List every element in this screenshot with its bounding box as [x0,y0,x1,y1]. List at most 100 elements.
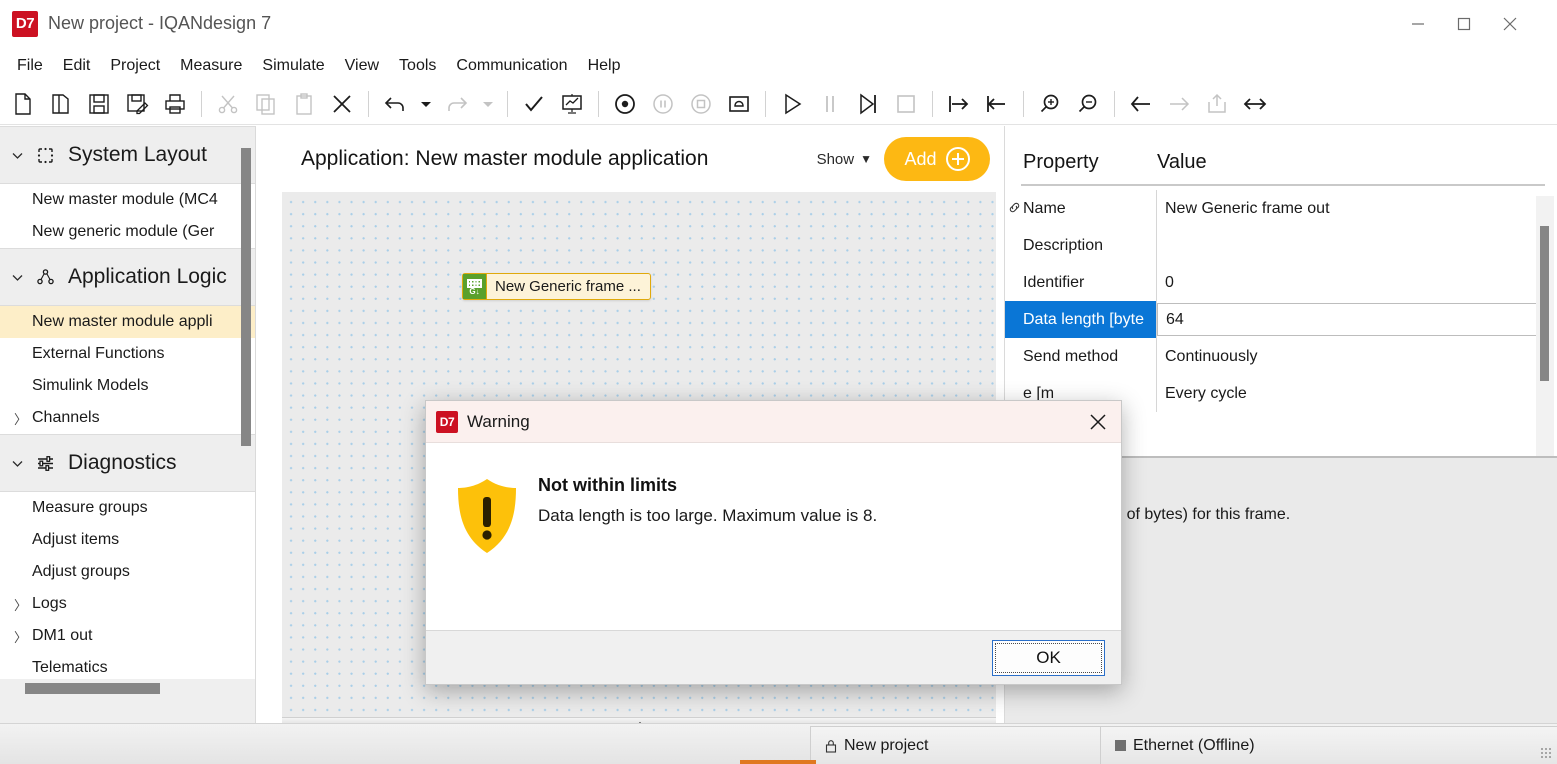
table-row[interactable]: Identifier 0 [1005,264,1557,301]
canvas-node-generic-frame[interactable]: G↓ New Generic frame ... [462,273,651,300]
toolbar-separator [507,91,508,117]
sidebar-group-system-layout[interactable]: System Layout [0,126,255,184]
stop-square-icon[interactable] [887,85,925,123]
sidebar-group-application-logic[interactable]: Application Logic [0,248,255,306]
property-value-cell[interactable]: New Generic frame out [1157,200,1557,218]
sidebar-item-channels[interactable]: 〉 Channels [0,402,255,434]
copy-icon[interactable] [247,85,285,123]
stop-circle-icon[interactable] [682,85,720,123]
menu-tools[interactable]: Tools [390,53,445,79]
sidebar-item-logs[interactable]: 〉 Logs [0,588,255,620]
redo-arrow-icon[interactable] [438,85,476,123]
chart-board-icon[interactable] [553,85,591,123]
menu-communication[interactable]: Communication [447,53,576,79]
property-name-cell[interactable]: Send method [1005,338,1157,375]
pause-bars-icon[interactable] [811,85,849,123]
chevron-right-icon[interactable]: 〉 [14,627,27,646]
property-name-cell-selected[interactable]: Data length [byte [1005,301,1157,338]
table-row-data-length[interactable]: Data length [byte 64 [1005,301,1557,338]
paste-icon[interactable] [285,85,323,123]
window-controls [1395,0,1557,47]
frame-letter-glyph: G↓ [469,286,480,296]
sidebar-item-adjust-items[interactable]: Adjust items [0,524,255,556]
sidebar-item-label: Logs [32,595,67,612]
scissors-icon[interactable] [209,85,247,123]
sidebar-item-new-master-module-application[interactable]: New master module appli [0,306,255,338]
upload-box-icon[interactable] [1198,85,1236,123]
log-screen-icon[interactable] [720,85,758,123]
play-triangle-icon[interactable] [773,85,811,123]
sidebar-item-dm1-out[interactable]: 〉 DM1 out [0,620,255,652]
menu-help[interactable]: Help [579,53,630,79]
menu-measure[interactable]: Measure [171,53,251,79]
sidebar-item-external-functions[interactable]: External Functions [0,338,255,370]
arrow-left-icon[interactable] [1122,85,1160,123]
close-x-icon[interactable] [323,85,361,123]
menu-file[interactable]: File [8,53,52,79]
pause-circle-icon[interactable] [644,85,682,123]
dialog-texts: Not within limits Data length is too lar… [538,473,877,630]
property-name-cell[interactable]: Identifier [1005,264,1157,301]
table-row[interactable]: Name New Generic frame out [1005,190,1557,227]
toolbar-separator [201,91,202,117]
property-name-cell[interactable]: Name [1005,190,1157,227]
caret-down-icon[interactable] [476,85,500,123]
menu-project[interactable]: Project [101,53,169,79]
caret-down-icon[interactable] [414,85,438,123]
maximize-button[interactable] [1441,0,1487,47]
property-value-cell[interactable]: 0 [1157,274,1557,292]
sidebar-horizontal-scrollbar[interactable] [0,679,255,697]
arrow-right-icon[interactable] [1160,85,1198,123]
chevron-right-icon[interactable]: 〉 [14,595,27,614]
new-file-icon[interactable] [4,85,42,123]
minimize-button[interactable] [1395,0,1441,47]
save-as-icon[interactable] [118,85,156,123]
property-vscroll-thumb[interactable] [1540,226,1549,381]
dialog-close-button[interactable] [1075,401,1121,443]
sidebar-item-new-generic-module[interactable]: New generic module (Ger [0,216,255,248]
menu-edit[interactable]: Edit [54,53,100,79]
magnifier-plus-icon[interactable] [1031,85,1069,123]
printer-icon[interactable] [156,85,194,123]
application-window: D7 New project - IQANdesign 7 File Edit … [0,0,1557,764]
system-layout-icon [30,146,60,165]
menu-simulate[interactable]: Simulate [253,53,333,79]
ok-button[interactable]: OK [992,639,1105,676]
sidebar-group-diagnostics[interactable]: Diagnostics [0,434,255,492]
resize-grip[interactable] [1540,747,1552,759]
sidebar-vertical-scrollbar-thumb[interactable] [241,148,251,446]
record-dot-icon[interactable] [606,85,644,123]
undo-arrow-icon[interactable] [376,85,414,123]
application-logic-icon [30,268,60,287]
step-forward-icon[interactable] [849,85,887,123]
toolbar-separator [598,91,599,117]
close-button[interactable] [1487,0,1533,47]
arrow-out-icon[interactable] [978,85,1016,123]
sidebar-hscroll-thumb[interactable] [25,683,160,694]
sidebar-item-measure-groups[interactable]: Measure groups [0,492,255,524]
data-length-input[interactable]: 64 [1157,303,1539,336]
menu-view[interactable]: View [336,53,388,79]
sidebar-item-simulink-models[interactable]: Simulink Models [0,370,255,402]
save-disk-icon[interactable] [80,85,118,123]
chevron-down-icon[interactable] [4,149,30,162]
sidebar-group-label: Diagnostics [68,451,177,474]
sidebar-item-new-master-module[interactable]: New master module (MC4 [0,184,255,216]
property-name-cell[interactable]: Description [1005,227,1157,264]
table-row[interactable]: Description [1005,227,1557,264]
main-toolbar [0,84,1557,125]
property-value-cell[interactable]: Every cycle [1157,385,1557,403]
table-row[interactable]: Send method Continuously [1005,338,1557,375]
property-value-cell[interactable]: Continuously [1157,348,1557,366]
add-button[interactable]: Add [884,137,990,181]
chevron-right-icon[interactable]: 〉 [14,409,27,428]
sidebar-item-adjust-groups[interactable]: Adjust groups [0,556,255,588]
chevron-down-icon[interactable] [4,457,30,470]
open-folder-icon[interactable] [42,85,80,123]
arrows-horizontal-icon[interactable] [1236,85,1274,123]
arrow-into-icon[interactable] [940,85,978,123]
chevron-down-icon[interactable] [4,271,30,284]
magnifier-minus-icon[interactable] [1069,85,1107,123]
checkmark-icon[interactable] [515,85,553,123]
show-dropdown[interactable]: Show ▼ [817,151,872,168]
